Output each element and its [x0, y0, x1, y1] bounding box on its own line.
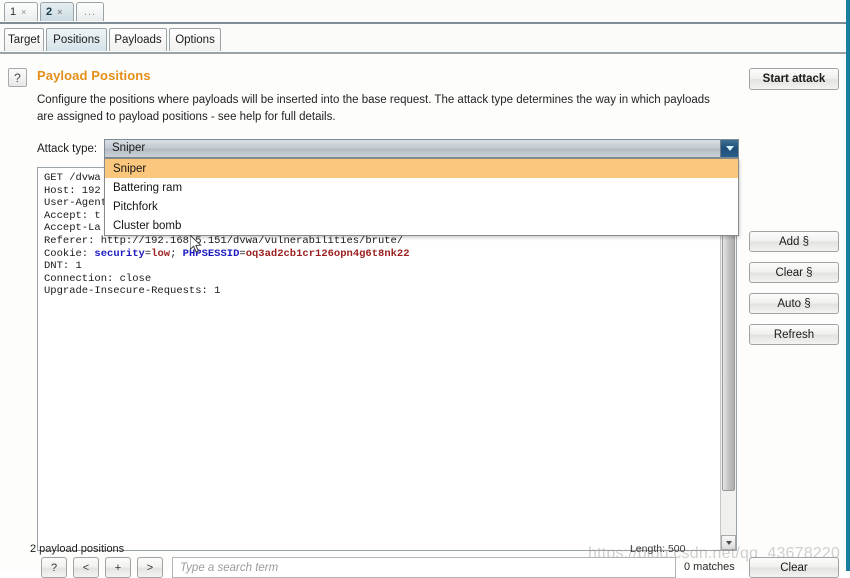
search-input[interactable]: Type a search term [172, 557, 676, 578]
request-line: Referer: http://192.168.5.151/dvwa/vulne… [44, 234, 404, 247]
length-status: Length: 500 [630, 543, 686, 555]
search-help-button[interactable]: ? [41, 557, 67, 578]
page-title: Payload Positions [37, 68, 151, 83]
chevron-down-icon[interactable] [720, 140, 738, 157]
session-tab-1-label: 1 [10, 6, 17, 18]
dropdown-option-cluster-bomb[interactable]: Cluster bomb [105, 216, 738, 235]
request-line: Cookie: security=low; PHPSESSID=oq3ad2cb… [44, 247, 410, 260]
dropdown-option-sniper[interactable]: Sniper [105, 159, 738, 178]
search-next-button[interactable]: > [137, 557, 163, 578]
close-icon[interactable]: × [21, 7, 26, 17]
session-tab-strip: 1 × 2 × ... [0, 0, 846, 24]
mouse-cursor [189, 233, 204, 257]
request-line: DNT: 1 [44, 260, 82, 273]
request-line: Connection: close [44, 272, 152, 285]
positions-panel: ? Payload Positions Configure the positi… [0, 54, 846, 578]
search-placeholder: Type a search term [180, 561, 279, 574]
session-tab-1[interactable]: 1 × [4, 2, 38, 21]
attack-type-label: Attack type: [37, 143, 98, 155]
refresh-button[interactable]: Refresh [749, 324, 839, 345]
match-count: 0 matches [684, 561, 735, 573]
cookie-value: low [151, 247, 171, 260]
tab-positions[interactable]: Positions [46, 28, 107, 51]
auto-payload-markers-button[interactable]: Auto § [749, 293, 839, 314]
clear-search-button[interactable]: Clear [749, 557, 839, 578]
panel-description: Configure the positions where payloads w… [37, 94, 710, 123]
attack-type-select[interactable]: Sniper [104, 139, 739, 158]
session-tab-2-label: 2 [46, 6, 53, 18]
session-tab-2[interactable]: 2 × [40, 2, 74, 21]
session-tab-more[interactable]: ... [76, 2, 104, 21]
help-icon[interactable]: ? [8, 68, 27, 87]
attack-type-dropdown[interactable]: Sniper Battering ram Pitchfork Cluster b… [104, 158, 739, 236]
tab-target[interactable]: Target [4, 28, 44, 51]
clear-payload-markers-button[interactable]: Clear § [749, 262, 839, 283]
search-options-button[interactable]: + [105, 557, 131, 578]
tab-payloads[interactable]: Payloads [109, 28, 167, 51]
request-line: Upgrade-Insecure-Requests: 1 [44, 285, 221, 298]
dropdown-option-battering-ram[interactable]: Battering ram [105, 178, 738, 197]
search-prev-button[interactable]: < [73, 557, 99, 578]
burp-intruder-window: 1 × 2 × ... Target Positions Payloads Op… [0, 0, 850, 578]
close-icon[interactable]: × [57, 7, 62, 17]
attack-type-value: Sniper [112, 142, 146, 154]
dropdown-option-pitchfork[interactable]: Pitchfork [105, 197, 738, 216]
add-payload-marker-button[interactable]: Add § [749, 231, 839, 252]
tool-tab-bar: Target Positions Payloads Options [0, 24, 846, 54]
cookie-value: oq3ad2cb1cr126opn4g6t8nk22 [245, 247, 410, 260]
start-attack-button[interactable]: Start attack [749, 68, 839, 90]
payload-positions-status: 2 payload positions [30, 543, 125, 555]
tab-options[interactable]: Options [169, 28, 221, 51]
cookie-key: security [94, 247, 145, 260]
